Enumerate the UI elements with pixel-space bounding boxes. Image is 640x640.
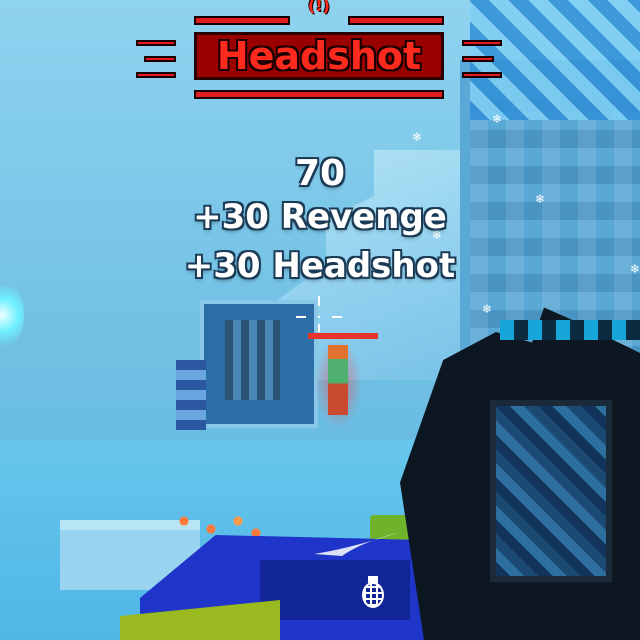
banner-stripe — [136, 40, 176, 46]
game-viewport[interactable]: ❄ ❄ ❄ ❄ ❄ ❄ (!) Headshot 70 +30 Revenge … — [0, 0, 640, 640]
score-total: 70 — [294, 153, 346, 194]
banner-stripe — [462, 72, 502, 78]
enemy-nametag — [308, 333, 378, 339]
weapon-side-panel — [490, 400, 612, 582]
weapon-accent-stripe — [500, 320, 640, 340]
banner-stripe — [462, 40, 502, 46]
banner-top-bar-right — [348, 16, 444, 25]
banner-figures — [225, 320, 280, 400]
crosshair-right — [332, 316, 342, 318]
crosshair-left — [296, 316, 306, 318]
crosshair-top — [318, 296, 320, 306]
grenade-button[interactable] — [356, 576, 390, 614]
headshot-banner: (!) Headshot — [136, 0, 502, 102]
grenade-throw-swoosh-icon — [314, 532, 400, 556]
headshot-alert-mark: (!) — [308, 0, 330, 15]
banner-bottom-bar — [194, 90, 444, 99]
headshot-label: Headshot — [216, 34, 422, 78]
blue-pillar — [176, 360, 206, 430]
banner-top-bar-left — [194, 16, 290, 25]
crosshair — [296, 296, 344, 332]
score-bonus-revenge: +30 Revenge — [193, 197, 447, 237]
score-bonus-headshot: +30 Headshot — [184, 246, 456, 286]
banner-stripe — [136, 72, 176, 78]
crosshair-dot — [318, 316, 320, 318]
enemy-body — [328, 345, 348, 415]
snowflake-icon: ❄ — [412, 130, 423, 144]
crosshair-bottom — [318, 324, 320, 332]
banner-stripe — [144, 56, 176, 62]
snowflake-icon: ❄ — [482, 302, 493, 316]
banner-stripe — [462, 56, 494, 62]
grenade-icon — [362, 582, 384, 608]
enemy-player[interactable] — [308, 333, 378, 429]
snowflake-icon: ❄ — [492, 112, 503, 126]
